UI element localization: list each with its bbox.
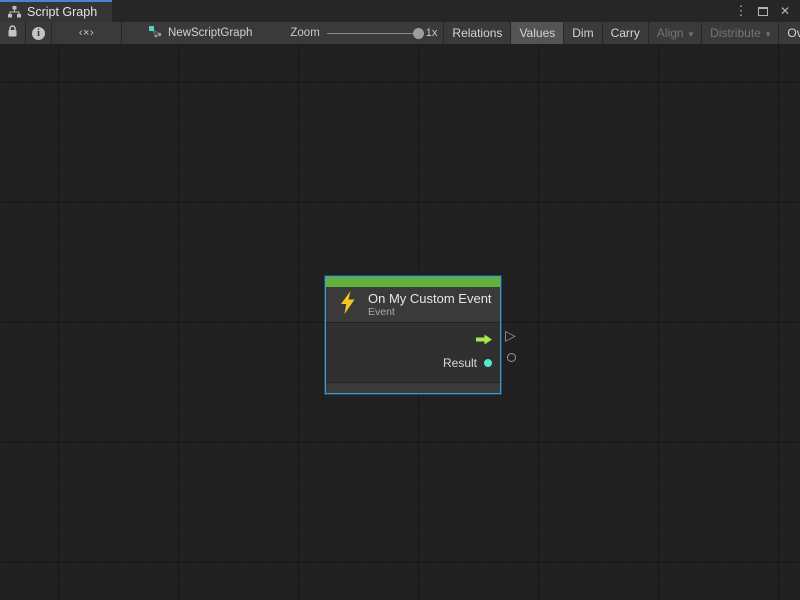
code-icon: ‹×›: [79, 27, 94, 39]
zoom-label: Zoom: [290, 27, 319, 39]
toolbar-separator: [121, 22, 122, 44]
tab-script-graph[interactable]: Script Graph: [0, 0, 112, 22]
window-controls: ⋮ ✕: [734, 0, 800, 22]
zoom-slider[interactable]: [327, 33, 419, 34]
info-icon: i: [32, 27, 45, 40]
distribute-button[interactable]: Distribute: [702, 22, 778, 44]
node-header[interactable]: On My Custom Event Event: [326, 287, 500, 322]
values-button[interactable]: Values: [511, 22, 563, 44]
result-port-dot-icon[interactable]: [484, 359, 492, 367]
result-port-label: Result: [443, 356, 477, 370]
maximize-icon[interactable]: [756, 4, 770, 18]
node-footer: [326, 383, 500, 393]
node-title: On My Custom Event: [368, 291, 492, 306]
tab-bar: Script Graph ⋮ ✕: [0, 0, 800, 22]
graph-reference-button[interactable]: NewScriptGraph: [136, 22, 264, 44]
flow-output-arrow-icon[interactable]: [476, 332, 492, 350]
node-subtitle: Event: [368, 306, 492, 318]
zoom-slider-handle[interactable]: [413, 28, 424, 39]
value-output-port-row: Result: [326, 352, 500, 374]
value-port-circle-icon[interactable]: [507, 353, 516, 362]
close-icon[interactable]: ✕: [778, 4, 792, 18]
graph-toolbar: i ‹×› NewScriptGraph Zoom 1x Relations V…: [0, 22, 800, 44]
node-on-my-custom-event[interactable]: On My Custom Event Event Result: [325, 276, 501, 394]
align-button[interactable]: Align: [649, 22, 701, 44]
overview-button[interactable]: Overview: [779, 22, 800, 44]
tab-title: Script Graph: [27, 5, 97, 19]
flow-output-port-row: [326, 330, 500, 352]
info-button[interactable]: i: [26, 22, 51, 44]
zoom-value: 1x: [426, 27, 438, 39]
carry-button[interactable]: Carry: [603, 22, 648, 44]
dim-button[interactable]: Dim: [564, 22, 601, 44]
code-graph-button[interactable]: ‹×›: [52, 22, 121, 44]
window-menu-icon[interactable]: ⋮: [734, 4, 748, 18]
node-ports-area: Result: [326, 323, 500, 382]
lightning-bolt-icon: [339, 291, 356, 319]
lock-button[interactable]: [0, 22, 25, 44]
flow-port-triangle-icon[interactable]: ▷: [505, 328, 516, 342]
node-color-strip: [326, 277, 500, 287]
toolbar-toggle-group: Relations Values Dim Carry Align Distrib…: [443, 22, 800, 44]
lock-icon: [7, 25, 18, 41]
graph-hierarchy-icon: [8, 6, 21, 18]
relations-button[interactable]: Relations: [444, 22, 510, 44]
graph-name-label: NewScriptGraph: [168, 27, 252, 39]
zoom-control: Zoom 1x: [290, 27, 441, 39]
script-graph-asset-icon: [148, 25, 162, 41]
